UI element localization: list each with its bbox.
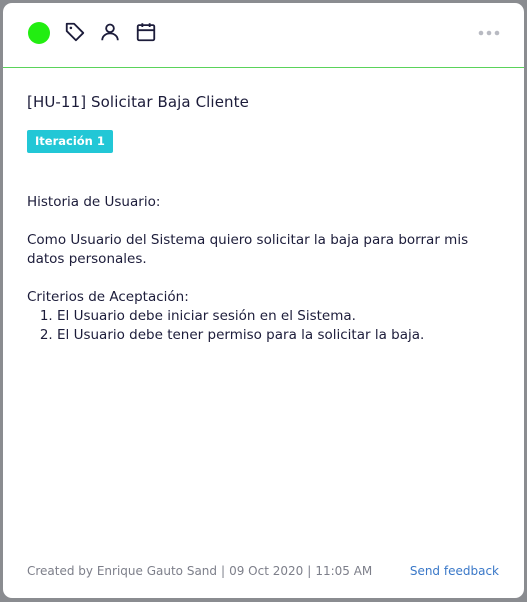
created-by: Created by Enrique Gauto Sand [27,564,218,578]
card-toolbar [3,3,524,68]
calendar-icon[interactable] [135,21,157,43]
description-story: Como Usuario del Sistema quiero solicita… [27,232,469,267]
description-heading: Historia de Usuario: [27,194,161,210]
created-date: 09 Oct 2020 [229,564,304,578]
story-title[interactable]: [HU-11] Solicitar Baja Cliente [27,93,249,111]
criteria-item: El Usuario debe tener permiso para la so… [57,326,507,345]
story-card: [HU-11] Solicitar Baja Cliente Iteración… [3,3,524,598]
more-options-icon[interactable] [478,28,500,38]
created-time: 11:05 AM [315,564,373,578]
iteration-badge[interactable]: Iteración 1 [27,130,113,153]
status-indicator[interactable] [28,22,50,44]
send-feedback-link[interactable]: Send feedback [410,564,499,578]
created-info: Created by Enrique Gauto Sand | 09 Oct 202… [27,564,373,578]
criteria-list: El Usuario debe iniciar sesión en el Sis… [27,307,507,345]
story-description[interactable]: Historia de Usuario: Como Usuario del Si… [27,193,507,345]
criteria-heading: Criterios de Aceptación: [27,289,189,305]
user-icon[interactable] [99,21,121,43]
criteria-item: El Usuario debe iniciar sesión en el Sis… [57,307,507,326]
tag-icon[interactable] [64,21,86,43]
